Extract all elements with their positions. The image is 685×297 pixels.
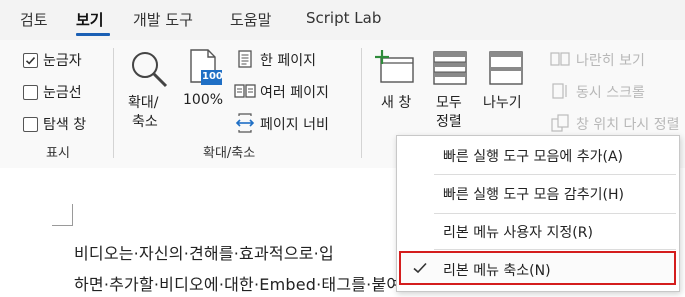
nav-pane-label: 탐색 창: [43, 117, 87, 133]
gridlines-checkbox[interactable]: [23, 85, 38, 100]
zoom-group-title: 확대/축소: [203, 146, 256, 161]
menu-separator: [434, 213, 676, 214]
page-width-button[interactable]: 페이지 너비: [233, 112, 353, 134]
separator: [113, 48, 114, 158]
tab-view[interactable]: 보기: [76, 9, 104, 30]
zoom-label-line1: 확대/: [128, 95, 159, 111]
checkmark-icon: [413, 262, 427, 274]
new-window-label: 새 창: [381, 95, 412, 111]
menu-separator: [434, 249, 676, 250]
multiple-pages-button[interactable]: 여러 페이지: [233, 80, 353, 102]
arrange-all-label-line2: 정렬: [436, 114, 462, 130]
arrange-all-label-line1: 모두: [436, 95, 462, 111]
one-page-button[interactable]: 한 페이지: [233, 48, 353, 70]
arrange-all-icon: [433, 51, 467, 85]
page-width-icon: [235, 113, 255, 133]
separator: [361, 48, 362, 158]
sync-scroll-icon: [552, 83, 567, 99]
side-by-side-label: 나란히 보기: [576, 53, 645, 69]
menu-item-hide-qat[interactable]: 빠른 실행 도구 모음 감추기(H): [443, 184, 624, 204]
ribbon-context-menu: 빠른 실행 도구 모음에 추가(A) 빠른 실행 도구 모음 감추기(H) 리본…: [396, 135, 680, 292]
sync-scroll-label: 동시 스크롤: [576, 85, 645, 101]
magnifier-icon: [132, 52, 168, 88]
new-window-icon: [375, 50, 414, 83]
split-label: 나누기: [483, 95, 522, 111]
page-100-icon: [190, 49, 222, 85]
one-page-label: 한 페이지: [260, 53, 316, 69]
menu-item-add-to-qat[interactable]: 빠른 실행 도구 모음에 추가(A): [443, 146, 623, 166]
gridlines-label: 눈금선: [43, 85, 82, 101]
tab-underline: [76, 33, 110, 36]
page-100-icon-text: 100: [202, 71, 223, 82]
tab-help[interactable]: 도움말: [230, 9, 271, 30]
split-button[interactable]: 나누기: [480, 48, 532, 111]
ruler-label: 눈금자: [43, 53, 82, 69]
zoom-100-button[interactable]: 100 100%: [181, 48, 225, 110]
margin-corner-mark: [72, 204, 73, 226]
arrange-all-button[interactable]: 모두 정렬: [428, 48, 474, 132]
menu-item-customize-ribbon[interactable]: 리본 메뉴 사용자 지정(R): [443, 222, 593, 242]
menu-separator: [434, 174, 676, 175]
margin-corner-mark-h: [52, 225, 73, 226]
side-by-side-button: 나란히 보기: [550, 48, 680, 70]
new-window-button[interactable]: 새 창: [373, 48, 419, 111]
side-by-side-icon: [550, 52, 570, 66]
multiple-pages-label: 여러 페이지: [260, 85, 329, 101]
split-icon: [489, 51, 523, 85]
menu-item-collapse-ribbon[interactable]: 리본 메뉴 축소(N): [443, 260, 551, 280]
checkmark-icon: [25, 57, 36, 65]
tab-review[interactable]: 검토: [20, 9, 48, 30]
tab-developer[interactable]: 개발 도구: [133, 9, 193, 30]
page-width-label: 페이지 너비: [260, 117, 329, 133]
tab-script-lab[interactable]: Script Lab: [306, 9, 381, 27]
multiple-pages-icon: [234, 84, 256, 98]
nav-pane-checkbox[interactable]: [23, 117, 38, 132]
zoom-button[interactable]: 확대/ 축소: [124, 48, 172, 132]
zoom-100-label: 100%: [183, 92, 224, 108]
reset-position-label: 창 위치 다시 정렬: [576, 117, 680, 133]
zoom-label-line2: 축소: [132, 114, 158, 130]
ruler-checkbox[interactable]: [23, 53, 38, 68]
document-text-line1: 비디오는·자신의·견해를·효과적으로·입: [74, 244, 334, 263]
one-page-icon: [238, 50, 252, 68]
reset-position-button: 창 위치 다시 정렬: [550, 112, 685, 134]
sync-scroll-button: 동시 스크롤: [550, 80, 680, 102]
show-group-title: 표시: [46, 146, 70, 161]
reset-position-icon: [551, 114, 569, 132]
